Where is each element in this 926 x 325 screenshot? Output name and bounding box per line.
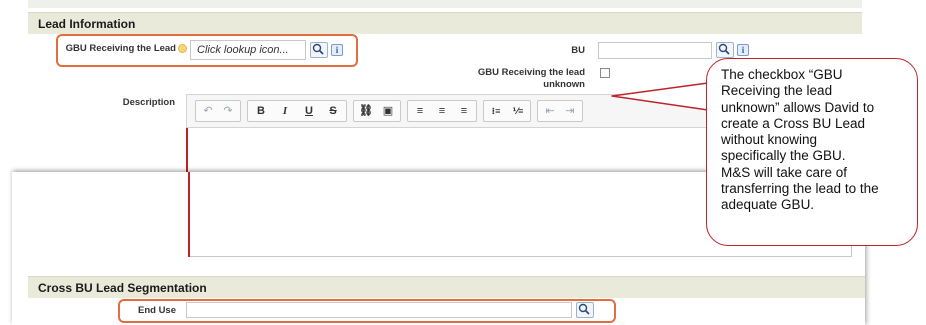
align-right-icon[interactable]: ≡	[454, 100, 474, 122]
callout-line: Receiving the lead	[721, 83, 833, 99]
callout-line: transferring the lead to the	[721, 181, 879, 197]
bu-search-icon[interactable]	[716, 42, 734, 58]
align-left-icon[interactable]: ≡	[410, 100, 430, 122]
align-center-icon[interactable]: ≡	[432, 100, 452, 122]
description-label: Description	[122, 97, 175, 108]
lead-information-title: Lead Information	[38, 17, 136, 31]
end-use-input[interactable]	[186, 302, 572, 318]
callout-line: M&S will take care of	[721, 164, 848, 180]
callout-line: specifically the GBU.	[721, 148, 846, 164]
gbu-unknown-label: GBU Receiving the lead unknown	[440, 67, 585, 91]
end-use-label: End Use	[137, 305, 176, 316]
gbu-unknown-label-line2: unknown	[543, 79, 585, 90]
redo-icon[interactable]: ↷	[218, 100, 238, 122]
italic-button[interactable]: I	[275, 100, 295, 122]
loading-indicator-icon	[178, 44, 187, 53]
gbu-unknown-checkbox[interactable]	[600, 68, 610, 78]
bu-info-icon[interactable]: i	[737, 44, 749, 56]
callout-line: The checkbox “GBU	[721, 67, 843, 82]
callout-line: unknown” allows David to	[721, 99, 875, 115]
underline-button[interactable]: U	[299, 100, 319, 122]
explanation-callout: The checkbox “GBU Receiving the lead unk…	[706, 58, 918, 246]
bulleted-list-icon[interactable]: ⁝≡	[486, 100, 506, 122]
gbu-lookup-input[interactable]: Click lookup icon...	[190, 40, 306, 60]
panel-top-strip	[28, 0, 862, 8]
lead-information-header: Lead Information	[28, 12, 862, 34]
gbu-unknown-label-line1: GBU Receiving the lead	[477, 67, 585, 78]
cross-bu-header: Cross BU Lead Segmentation	[28, 276, 865, 298]
indent-icon[interactable]: ⇥	[560, 100, 580, 122]
image-icon[interactable]: ▣	[378, 100, 398, 122]
required-field-bar-lower	[188, 172, 190, 257]
outdent-icon[interactable]: ⇤	[540, 100, 560, 122]
numbered-list-icon[interactable]: ⅟≡	[508, 100, 528, 122]
bold-button[interactable]: B	[251, 100, 271, 122]
bu-input[interactable]	[598, 42, 712, 59]
gbu-receiving-label: GBU Receiving the Lead	[65, 43, 176, 54]
callout-line: without knowing	[721, 132, 818, 148]
undo-icon[interactable]: ↶	[198, 100, 218, 122]
callout-line: create a Cross BU Lead	[721, 115, 866, 131]
end-use-search-icon[interactable]	[576, 302, 594, 318]
search-icon[interactable]	[310, 42, 328, 58]
required-field-bar	[186, 128, 188, 172]
callout-line: adequate GBU.	[721, 197, 815, 213]
bu-label: BU	[571, 45, 585, 56]
link-icon[interactable]: ⛓	[356, 100, 376, 122]
info-icon[interactable]: i	[331, 44, 343, 56]
strikethrough-button[interactable]: S	[323, 100, 343, 122]
cross-bu-title: Cross BU Lead Segmentation	[38, 281, 207, 295]
